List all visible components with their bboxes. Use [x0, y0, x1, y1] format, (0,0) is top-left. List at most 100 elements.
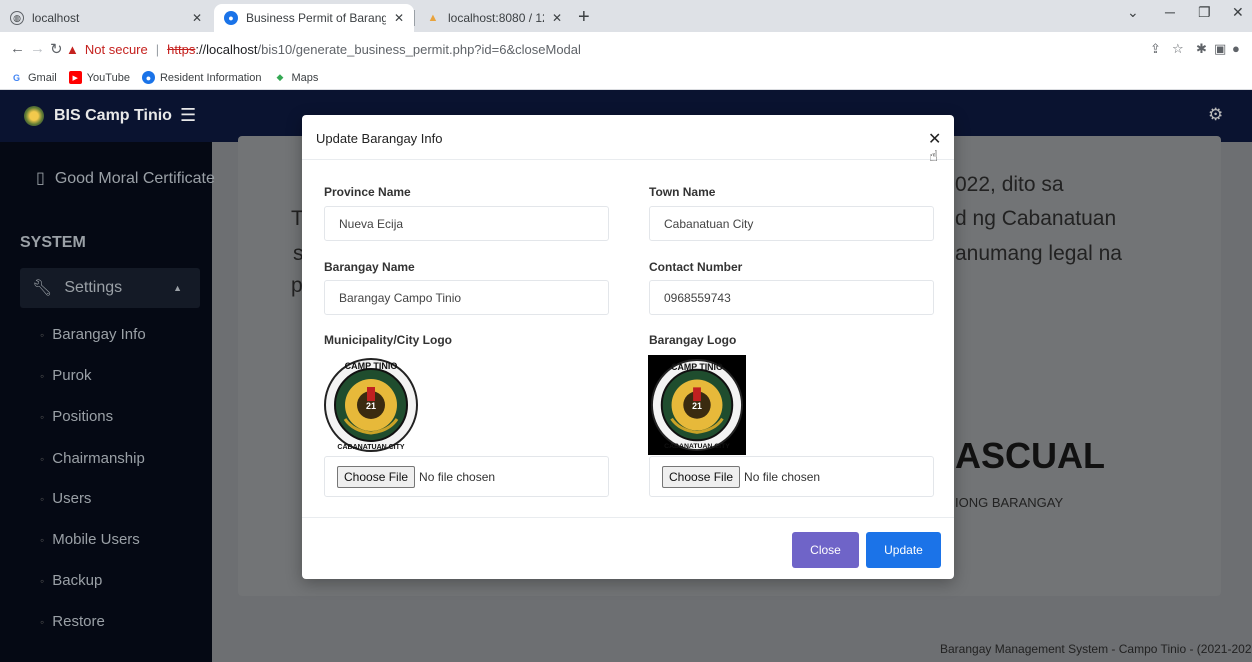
close-icon[interactable]: ✕	[928, 129, 941, 149]
bookmark-star-icon[interactable]: ☆	[1172, 41, 1184, 57]
bookmark-gmail[interactable]: G Gmail	[10, 71, 57, 84]
security-warning[interactable]: Not secure	[85, 42, 148, 57]
bookmark-youtube[interactable]: ▶ YouTube	[68, 71, 130, 84]
tab-search-icon[interactable]: ⌄	[1127, 4, 1139, 21]
bookmark-label: YouTube	[86, 71, 130, 84]
sidebar-item-mobile-users[interactable]: ◦ Mobile Users	[40, 531, 140, 548]
profile-icon[interactable]: ●	[1232, 41, 1240, 56]
sidebar-item-users[interactable]: ◦ Users	[40, 490, 91, 507]
signatory-title: IONG BARANGAY	[955, 495, 1064, 510]
forward-arrow-icon[interactable]: →	[30, 40, 45, 57]
modal-header: Update Barangay Info ✕	[302, 115, 954, 160]
bookmark-resident-information[interactable]: ● Resident Information	[141, 71, 261, 84]
signatory-name: ASCUAL	[955, 435, 1105, 476]
google-icon: G	[12, 72, 20, 83]
close-icon[interactable]: ✕	[192, 11, 202, 25]
browser-tab-strip: ◍ localhost ✕ ● Business Permit of Baran…	[0, 0, 1252, 32]
sidebar-section-header: SYSTEM	[20, 234, 86, 251]
city-logo-image: CAMP TINIO CABANATUAN CITY 21	[322, 355, 420, 455]
tab-title: localhost	[32, 11, 80, 25]
barangay-logo-label: Barangay Logo	[649, 333, 737, 347]
modal-footer: Close Update	[302, 517, 954, 579]
sidebar-item-label: Users	[52, 490, 92, 507]
sidebar-item-label: Good Moral Certificate	[54, 170, 215, 187]
province-label: Province Name	[324, 185, 411, 199]
seal-text: CABANATUAN CITY	[664, 443, 730, 450]
sidebar-item-chairmanship[interactable]: ◦ Chairmanship	[40, 450, 145, 467]
camp-tinio-seal-icon: CAMP TINIO CABANATUAN CITY 21	[324, 358, 418, 452]
maps-icon: ◆	[276, 72, 284, 82]
tab-localhost[interactable]: ◍ localhost ✕	[0, 4, 212, 32]
sidebar-item-positions[interactable]: ◦ Positions	[40, 408, 113, 425]
sidebar-item-restore[interactable]: ◦ Restore	[40, 613, 105, 630]
sidebar: ▯ Good Moral Certificate SYSTEM 🔧︎ Settin…	[0, 142, 215, 662]
permit-text-line: anumang legal na	[955, 242, 1122, 265]
sidebar-item-settings[interactable]: 🔧︎ Settings ▲	[20, 268, 200, 308]
hamburger-menu-icon[interactable]: ☰	[180, 105, 196, 126]
bullet-icon: ◦	[40, 409, 45, 424]
city-logo-label: Municipality/City Logo	[324, 333, 452, 347]
hand-cursor-icon: ☝	[929, 148, 939, 165]
share-icon[interactable]: ⇪	[1150, 41, 1161, 57]
close-icon[interactable]: ✕	[552, 11, 562, 25]
warning-triangle-icon: ▲	[66, 41, 79, 57]
province-input[interactable]	[324, 206, 609, 241]
sidebar-item-label: Positions	[52, 408, 114, 425]
tab-title: Business Permit of Barangay Cam	[246, 11, 386, 25]
sidebar-item-barangay-info[interactable]: ◦ Barangay Info	[40, 326, 146, 343]
app-favicon-icon: ●	[224, 11, 238, 25]
city-logo-file-input[interactable]: Choose File No file chosen	[324, 456, 609, 497]
close-icon[interactable]: ✕	[394, 11, 404, 25]
sidebar-item-label: Backup	[52, 572, 103, 589]
modal-title: Update Barangay Info	[316, 131, 443, 146]
wrench-icon: 🔧︎	[32, 280, 53, 297]
file-status: No file chosen	[744, 469, 821, 484]
file-status: No file chosen	[419, 469, 496, 484]
sidebar-item-purok[interactable]: ◦ Purok	[40, 367, 91, 384]
address-bar[interactable]: ▲ Not secure | https ://localhost /bis10…	[66, 35, 1146, 63]
seal-text: CABANATUAN CITY	[337, 444, 404, 451]
tab-phpmyadmin[interactable]: ▲ localhost:8080 / 127.0.0.1 / web ✕	[416, 4, 572, 32]
seal-number: 21	[366, 401, 376, 411]
bullet-icon: ◦	[40, 614, 45, 629]
extensions-icon[interactable]: ✱	[1196, 41, 1207, 57]
sidebar-item-backup[interactable]: ◦ Backup	[40, 572, 102, 589]
sidebar-item-label: Restore	[52, 613, 105, 630]
sidebar-item-good-moral[interactable]: ▯ Good Moral Certificate	[36, 168, 215, 188]
bookmark-label: Gmail	[28, 71, 57, 84]
url-host: ://localhost	[195, 41, 258, 57]
maximize-button[interactable]: ❐	[1198, 4, 1211, 21]
update-button[interactable]: Update	[866, 532, 941, 568]
choose-file-button[interactable]: Choose File	[337, 465, 416, 488]
window-close-button[interactable]: ✕	[1232, 4, 1244, 21]
permit-text-line: 022, dito sa	[955, 173, 1064, 196]
barangay-logo-file-input[interactable]: Choose File No file chosen	[649, 456, 934, 497]
tab-divider	[414, 10, 415, 26]
footer-copyright: Barangay Management System - Campo Tinio…	[940, 642, 1252, 656]
barangay-name-input[interactable]	[324, 280, 609, 315]
bullet-icon: ◦	[40, 368, 45, 383]
bookmark-maps[interactable]: ◆ Maps	[273, 71, 319, 84]
back-arrow-icon[interactable]: ←	[10, 40, 25, 57]
sidebar-item-label: Chairmanship	[52, 450, 145, 467]
gear-icon[interactable]: ⚙	[1208, 105, 1223, 125]
side-panel-icon[interactable]: ▣	[1214, 41, 1226, 57]
town-input[interactable]	[649, 206, 934, 241]
url-scheme: https	[167, 41, 196, 57]
permit-text-line: d ng Cabanatuan	[955, 207, 1117, 230]
minimize-button[interactable]: ─	[1165, 4, 1175, 20]
contact-number-input[interactable]	[649, 280, 934, 315]
choose-file-button[interactable]: Choose File	[662, 465, 741, 488]
brand[interactable]: BIS Camp Tinio ☰	[24, 105, 196, 126]
sidebar-item-label: Mobile Users	[52, 531, 140, 548]
bullet-icon: ◦	[40, 327, 45, 342]
close-button[interactable]: Close	[792, 532, 859, 568]
youtube-icon: ▶	[68, 71, 82, 84]
new-tab-button[interactable]: +	[578, 6, 590, 29]
caret-up-icon: ▲	[173, 283, 182, 293]
url-path: /bis10/generate_business_permit.php?id=6…	[257, 41, 581, 57]
document-icon: ▯	[36, 170, 45, 187]
tab-business-permit[interactable]: ● Business Permit of Barangay Cam ✕	[214, 4, 414, 32]
reload-icon[interactable]: ↻	[50, 40, 63, 58]
permit-text-fragment: p	[291, 274, 303, 297]
